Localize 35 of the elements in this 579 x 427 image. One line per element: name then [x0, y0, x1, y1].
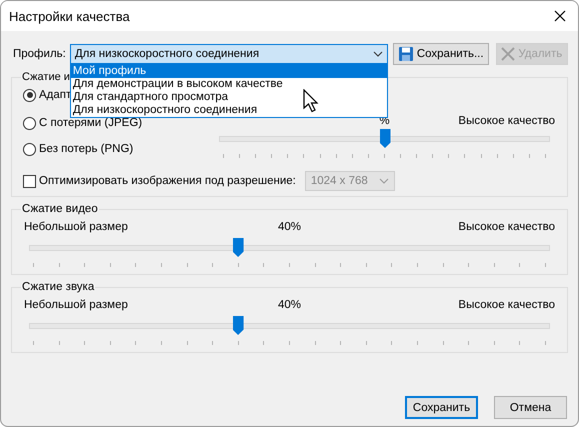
slider-max-label: Высокое качество — [458, 221, 555, 233]
slider-thumb[interactable] — [232, 316, 244, 335]
dropdown-option[interactable]: Для низкоскоростного соединения — [70, 104, 387, 117]
slider-min-label: Небольшой размер — [24, 221, 129, 233]
save-profile-button[interactable]: Сохранить... — [392, 43, 489, 65]
slider-thumb[interactable] — [380, 129, 390, 148]
close-icon[interactable] — [554, 10, 566, 22]
group-title: Сжатие видео — [21, 203, 99, 215]
slider-max-label: Высокое качество — [458, 299, 555, 311]
dropdown-option[interactable]: Для демонстрации в высоком качестве — [70, 78, 387, 91]
profile-label: Профиль: — [13, 48, 66, 60]
slider-min-label: Небольшой размер — [24, 299, 129, 311]
slider-thumb[interactable] — [232, 238, 244, 257]
radio-button[interactable] — [23, 88, 36, 102]
dropdown-option[interactable]: Для стандартного просмотра — [70, 91, 387, 104]
radio-button[interactable] — [23, 116, 36, 130]
radio-label: С потерями (JPEG) — [39, 117, 142, 129]
dialog-button[interactable]: Отмена — [494, 396, 567, 419]
window-title: Настройки качества — [9, 8, 130, 24]
dialog-button[interactable]: Сохранить — [405, 396, 478, 419]
slider-value: 40% — [278, 299, 302, 311]
checkbox-label: Оптимизировать изображения под разрешение: — [39, 175, 296, 187]
group-title: Сжатие звука — [21, 281, 96, 293]
group-title: Сжатие и — [21, 71, 71, 83]
chevron-icon — [378, 178, 389, 184]
mouse-pointer-icon — [302, 89, 319, 113]
close-icon — [501, 47, 516, 61]
radio-label: Без потерь (PNG) — [39, 143, 134, 155]
chevron-icon — [372, 51, 383, 57]
radio-label: Адапт — [39, 89, 72, 101]
slider-value: 40% — [278, 221, 302, 233]
slider-max-label: Высокое качество — [458, 115, 555, 127]
profile-dropdown[interactable]: Для низкоскоростного соединения — [70, 44, 388, 64]
dropdown-option[interactable]: Мой профиль — [70, 65, 387, 78]
radio-button[interactable] — [23, 142, 36, 156]
